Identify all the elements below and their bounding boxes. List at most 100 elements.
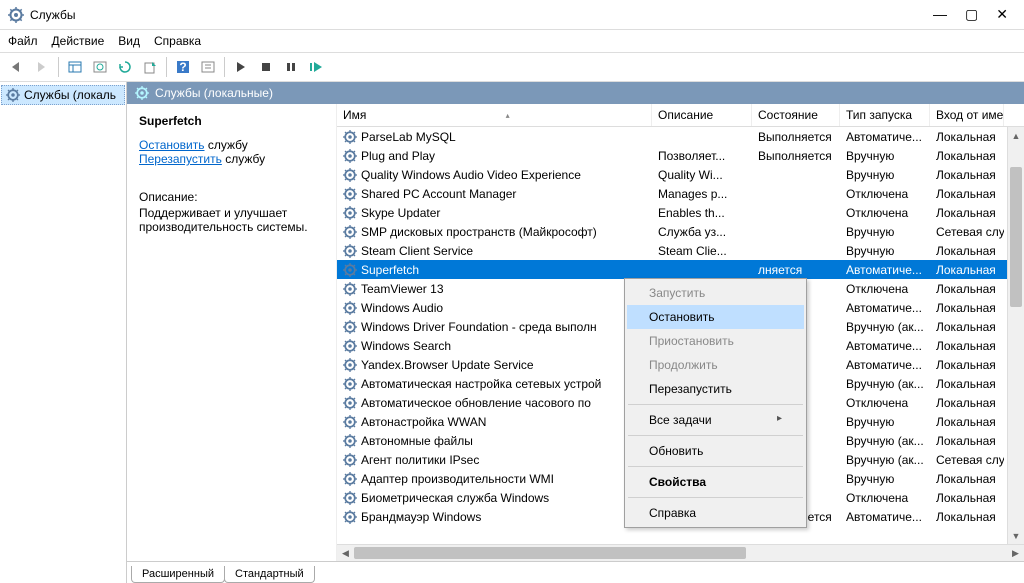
svc-logon: Сетевая слу [930, 452, 1004, 468]
menu-file[interactable]: Файл [8, 34, 38, 48]
pause-button[interactable] [280, 56, 302, 78]
col-name[interactable]: Имя▴ [337, 104, 652, 126]
service-row[interactable]: Plug and PlayПозволяет...ВыполняетсяВруч… [337, 146, 1024, 165]
toolbar-btn-1[interactable] [64, 56, 86, 78]
svg-text:?: ? [179, 60, 186, 74]
menu-bar: Файл Действие Вид Справка [0, 30, 1024, 52]
svc-logon: Локальная [930, 471, 1004, 487]
help-button[interactable]: ? [172, 56, 194, 78]
toolbar: ? [0, 52, 1024, 82]
toolbar-btn-6[interactable] [197, 56, 219, 78]
gear-icon [343, 187, 357, 201]
svc-start: Автоматиче... [840, 509, 930, 525]
svc-name: Брандмауэр Windows [361, 510, 481, 524]
gear-icon [343, 453, 357, 467]
menu-view[interactable]: Вид [118, 34, 140, 48]
service-row[interactable]: Steam Client ServiceSteam Clie...Вручную… [337, 241, 1024, 260]
context-menu: ЗапуститьОстановитьПриостановитьПродолжи… [624, 278, 807, 528]
svc-state: лняется [752, 262, 840, 278]
gear-icon [343, 244, 357, 258]
stop-button[interactable] [255, 56, 277, 78]
start-button[interactable] [230, 56, 252, 78]
service-row[interactable]: ParseLab MySQLВыполняетсяАвтоматиче...Ло… [337, 127, 1024, 146]
svc-start: Автоматиче... [840, 338, 930, 354]
pane-header: Службы (локальные) [127, 82, 1024, 104]
vertical-scrollbar[interactable]: ▲ ▼ [1007, 127, 1024, 544]
svc-start: Отключена [840, 205, 930, 221]
ctx-Все задачи[interactable]: Все задачи [627, 408, 804, 432]
svc-logon: Локальная [930, 433, 1004, 449]
svc-name: Steam Client Service [361, 244, 473, 258]
service-row[interactable]: Superfetch лняетсяАвтоматиче...Локальная [337, 260, 1024, 279]
svc-name: Агент политики IPsec [361, 453, 479, 467]
col-state[interactable]: Состояние [752, 104, 840, 126]
gear-icon [343, 149, 357, 163]
gear-icon [6, 88, 20, 102]
svc-start: Отключена [840, 186, 930, 202]
restart-button[interactable] [305, 56, 327, 78]
description-text: Поддерживает и улучшает производительнос… [139, 206, 328, 234]
col-logon[interactable]: Вход от име [930, 104, 1004, 126]
stop-service-link[interactable]: Остановить [139, 138, 205, 152]
refresh-button[interactable] [114, 56, 136, 78]
tab-extended[interactable]: Расширенный [131, 566, 225, 583]
svc-logon: Локальная [930, 319, 1004, 335]
gear-icon [343, 339, 357, 353]
svc-desc: Quality Wi... [652, 167, 752, 183]
svc-logon: Локальная [930, 281, 1004, 297]
restart-service-link[interactable]: Перезапустить [139, 152, 222, 166]
toolbar-btn-2[interactable] [89, 56, 111, 78]
gear-icon [343, 263, 357, 277]
svc-logon: Локальная [930, 167, 1004, 183]
svc-name: Автономные файлы [361, 434, 473, 448]
ctx-Обновить[interactable]: Обновить [627, 439, 804, 463]
back-button[interactable] [6, 56, 28, 78]
svc-logon: Локальная [930, 376, 1004, 392]
menu-action[interactable]: Действие [52, 34, 105, 48]
tree-item-label: Службы (локаль [24, 88, 116, 102]
tree-pane: Службы (локаль [0, 82, 127, 583]
svc-desc: Enables th... [652, 205, 752, 221]
service-row[interactable]: Quality Windows Audio Video Experience Qu… [337, 165, 1024, 184]
svc-desc [652, 269, 752, 271]
col-desc[interactable]: Описание [652, 104, 752, 126]
close-button[interactable]: ✕ [996, 6, 1008, 23]
svc-state [752, 212, 840, 214]
svc-start: Вручную (ак... [840, 433, 930, 449]
svc-logon: Локальная [930, 414, 1004, 430]
ctx-Справка[interactable]: Справка [627, 501, 804, 525]
ctx-Перезапустить[interactable]: Перезапустить [627, 377, 804, 401]
service-row[interactable]: SMP дисковых пространств (Майкрософт)Слу… [337, 222, 1024, 241]
svc-desc: Служба уз... [652, 224, 752, 240]
minimize-button[interactable]: — [933, 6, 947, 23]
svc-name: Superfetch [361, 263, 419, 277]
horizontal-scrollbar[interactable]: ◀▶ [337, 544, 1024, 561]
gear-icon [343, 415, 357, 429]
svc-logon: Локальная [930, 262, 1004, 278]
gear-icon [343, 168, 357, 182]
tree-item-services[interactable]: Службы (локаль [1, 85, 125, 105]
ctx-Свойства[interactable]: Свойства [627, 470, 804, 494]
gear-icon [343, 434, 357, 448]
col-start[interactable]: Тип запуска [840, 104, 930, 126]
gear-icon [343, 491, 357, 505]
svc-state [752, 231, 840, 233]
menu-help[interactable]: Справка [154, 34, 201, 48]
svc-start: Автоматиче... [840, 357, 930, 373]
svc-start: Вручную [840, 224, 930, 240]
svc-logon: Локальная [930, 148, 1004, 164]
svc-logon: Локальная [930, 300, 1004, 316]
tab-standard[interactable]: Стандартный [224, 566, 315, 583]
forward-button[interactable] [31, 56, 53, 78]
service-row[interactable]: Skype UpdaterEnables th...ОтключенаЛокал… [337, 203, 1024, 222]
export-button[interactable] [139, 56, 161, 78]
service-row[interactable]: Shared PC Account ManagerManages p...Отк… [337, 184, 1024, 203]
ctx-Остановить[interactable]: Остановить [627, 305, 804, 329]
svc-name: Windows Driver Foundation - среда выполн [361, 320, 597, 334]
svc-start: Автоматиче... [840, 262, 930, 278]
svc-start: Вручную (ак... [840, 452, 930, 468]
maximize-button[interactable]: ▢ [965, 6, 978, 23]
svc-name: Quality Windows Audio Video Experience [361, 168, 581, 182]
svc-start: Отключена [840, 490, 930, 506]
svc-name: TeamViewer 13 [361, 282, 444, 296]
